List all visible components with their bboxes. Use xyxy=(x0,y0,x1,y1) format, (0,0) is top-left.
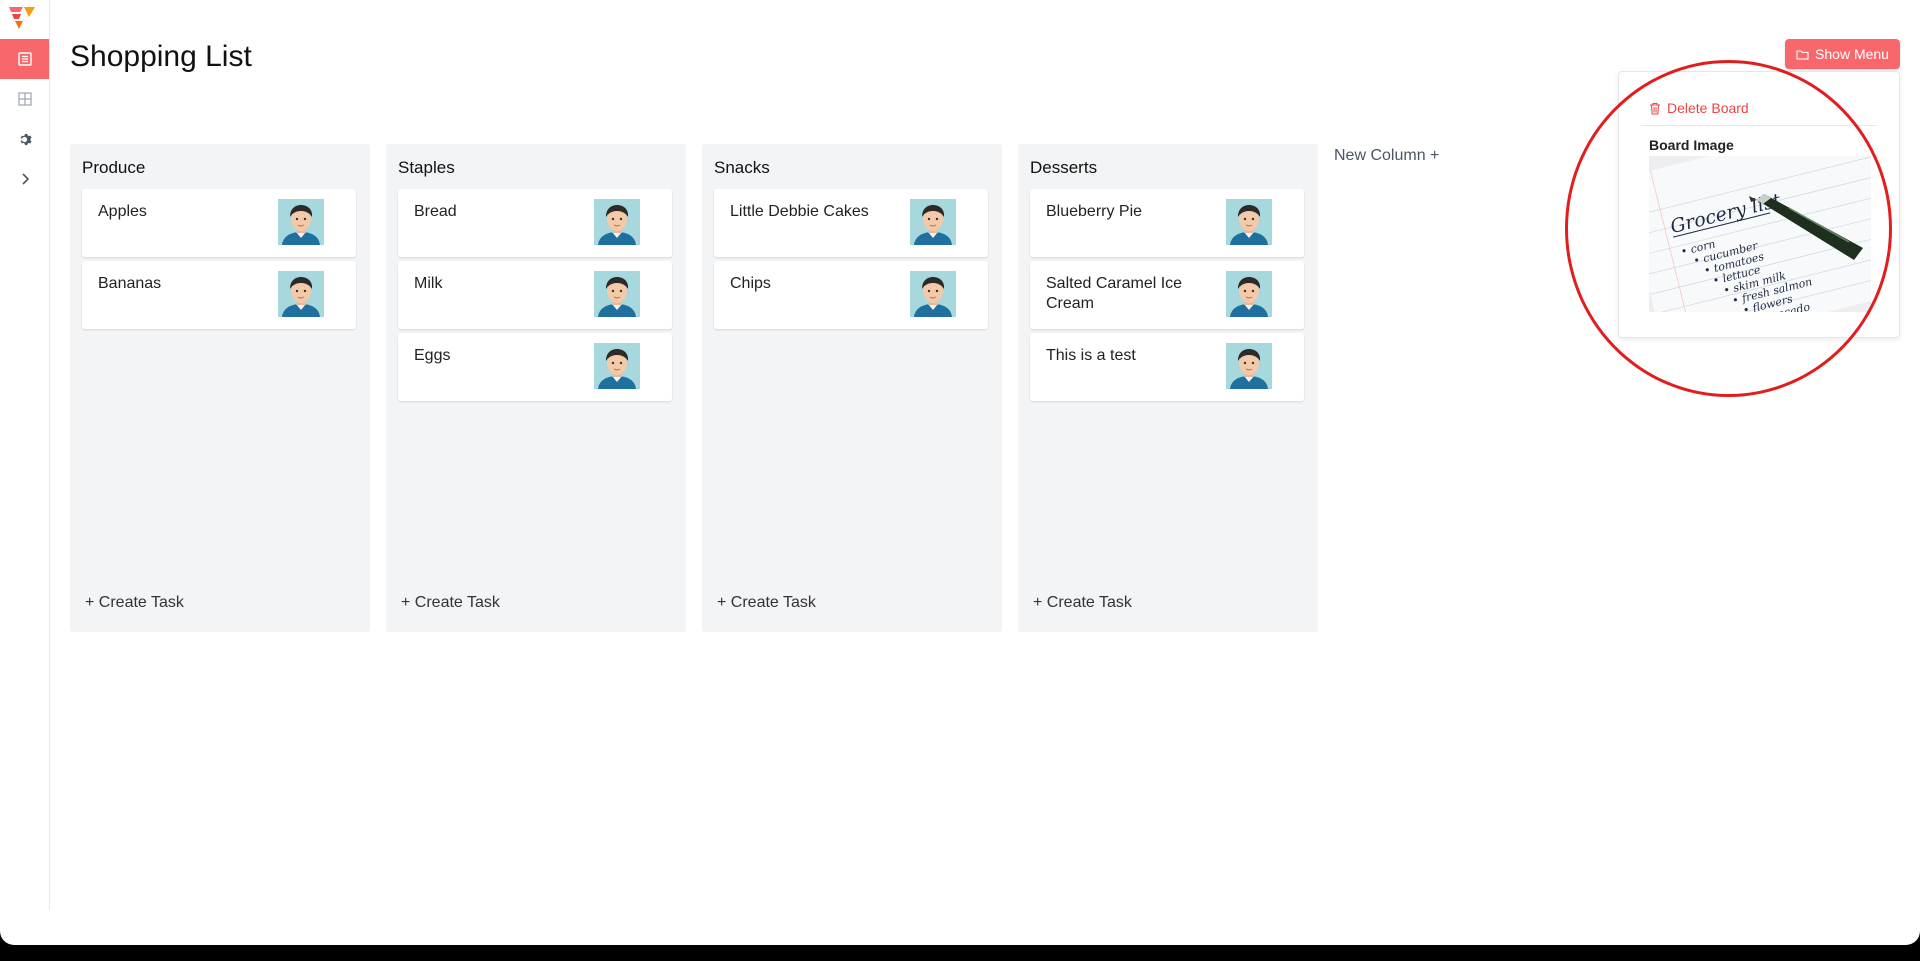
column-desserts: Desserts Blueberry Pie Salted Caramel Ic… xyxy=(1018,144,1318,632)
app-window: Shopping List Show Menu Delete Board Boa… xyxy=(0,0,1920,945)
column-title: Snacks xyxy=(714,158,770,177)
task-card[interactable]: Chips xyxy=(714,261,988,329)
sidebar-item-settings[interactable] xyxy=(0,119,49,159)
avatar xyxy=(910,199,956,245)
list-icon xyxy=(17,52,32,66)
folder-icon xyxy=(1796,49,1809,60)
column-staples: Staples Bread Milk Eggs + Create Task xyxy=(386,144,686,632)
avatar xyxy=(594,271,640,317)
sidebar-expand-button[interactable] xyxy=(0,159,49,199)
task-card[interactable]: Little Debbie Cakes xyxy=(714,189,988,257)
board-image-label: Board Image xyxy=(1649,137,1734,153)
create-task-button[interactable]: + Create Task xyxy=(85,594,184,612)
new-column-button[interactable]: New Column + xyxy=(1334,147,1439,165)
avatar xyxy=(594,199,640,245)
column-title: Produce xyxy=(82,158,146,177)
chevron-right-icon xyxy=(21,173,29,185)
create-task-button[interactable]: + Create Task xyxy=(1033,594,1132,612)
board-menu-panel: Delete Board Board Image Grocery list • … xyxy=(1618,71,1900,338)
avatar xyxy=(278,271,324,317)
task-title: Salted Caramel Ice Cream xyxy=(1046,275,1183,312)
show-menu-button[interactable]: Show Menu xyxy=(1785,39,1900,69)
task-title: Milk xyxy=(414,275,443,292)
delete-board-button[interactable]: Delete Board xyxy=(1649,100,1749,116)
avatar xyxy=(594,343,640,389)
grid-icon xyxy=(17,92,32,106)
task-card[interactable]: This is a test xyxy=(1030,333,1304,401)
task-title: Apples xyxy=(98,203,147,220)
column-title: Desserts xyxy=(1030,158,1098,177)
column-snacks: Snacks Little Debbie Cakes Chips + Creat… xyxy=(702,144,1002,632)
task-title: This is a test xyxy=(1046,347,1136,364)
task-title: Chips xyxy=(730,275,771,292)
task-title: Bread xyxy=(414,203,457,220)
create-task-button[interactable]: + Create Task xyxy=(401,594,500,612)
delete-board-label: Delete Board xyxy=(1667,100,1749,116)
menu-divider xyxy=(1641,125,1877,126)
column-produce: Produce Apples Bananas + Create Task xyxy=(70,144,370,632)
gear-icon xyxy=(20,133,32,145)
trash-icon xyxy=(1650,102,1660,115)
page-title: Shopping List xyxy=(70,40,252,73)
task-card[interactable]: Bread xyxy=(398,189,672,257)
avatar xyxy=(1226,199,1272,245)
column-title: Staples xyxy=(398,158,455,177)
sidebar xyxy=(0,0,50,910)
task-title: Little Debbie Cakes xyxy=(730,203,869,220)
task-title: Bananas xyxy=(98,275,162,292)
task-card[interactable]: Milk xyxy=(398,261,672,329)
create-task-button[interactable]: + Create Task xyxy=(717,594,816,612)
avatar xyxy=(1226,343,1272,389)
task-title: Eggs xyxy=(414,347,451,364)
show-menu-label: Show Menu xyxy=(1815,46,1889,62)
task-title: Blueberry Pie xyxy=(1046,203,1143,220)
avatar xyxy=(1226,271,1272,317)
avatar xyxy=(910,271,956,317)
avatar xyxy=(278,199,324,245)
task-card[interactable]: Eggs xyxy=(398,333,672,401)
sidebar-item-list[interactable] xyxy=(0,39,49,79)
board-image[interactable]: Grocery list • corn • cucumber • tomatoe… xyxy=(1649,156,1871,312)
task-card[interactable]: Salted Caramel Ice Cream xyxy=(1030,261,1304,329)
sidebar-item-grid[interactable] xyxy=(0,79,49,119)
app-logo xyxy=(9,7,35,29)
task-card[interactable]: Apples xyxy=(82,189,356,257)
task-card[interactable]: Blueberry Pie xyxy=(1030,189,1304,257)
task-card[interactable]: Bananas xyxy=(82,261,356,329)
